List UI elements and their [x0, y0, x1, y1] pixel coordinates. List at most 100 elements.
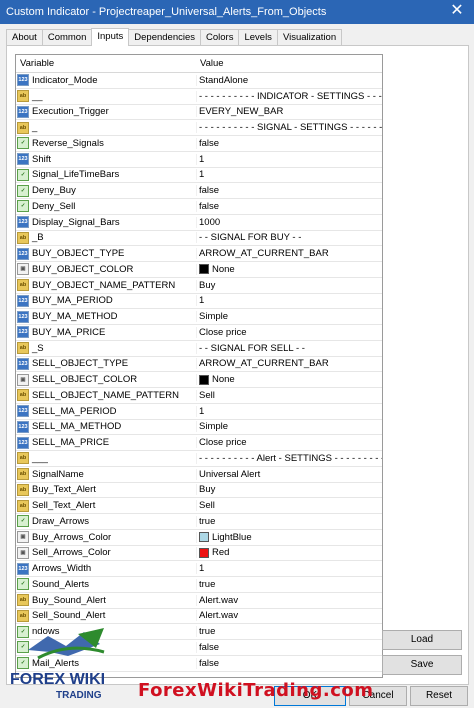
- tab-colors[interactable]: Colors: [200, 29, 240, 46]
- table-row[interactable]: ab Sell_Text_Alert Sell: [16, 498, 382, 514]
- variable-cell[interactable]: 123 SELL_MA_PRICE: [16, 436, 196, 449]
- table-row[interactable]: 123 BUY_MA_PRICE Close price: [16, 325, 382, 341]
- variable-cell[interactable]: 123 SELL_OBJECT_TYPE: [16, 357, 196, 370]
- value-cell[interactable]: false: [196, 137, 382, 149]
- value-cell[interactable]: Alert.wav: [196, 610, 382, 622]
- value-cell[interactable]: true: [196, 515, 382, 527]
- value-cell[interactable]: 1: [196, 563, 382, 575]
- variable-cell[interactable]: ab ___: [16, 452, 196, 465]
- value-cell[interactable]: StandAlone: [196, 74, 382, 86]
- value-cell[interactable]: 1: [196, 295, 382, 307]
- table-row[interactable]: ▣ BUY_OBJECT_COLOR None: [16, 262, 382, 278]
- variable-cell[interactable]: ab SELL_OBJECT_NAME_PATTERN: [16, 389, 196, 402]
- table-row[interactable]: ab _ - - - - - - - - - - SIGNAL - SETTINGS…: [16, 120, 382, 136]
- table-row[interactable]: 123 SELL_OBJECT_TYPE ARROW_AT_CURRENT_BAR: [16, 357, 382, 373]
- variable-cell[interactable]: ✓ Draw_Arrows: [16, 515, 196, 528]
- value-cell[interactable]: - - - - - - - - - - Alert - SETTINGS - -…: [196, 452, 382, 464]
- variable-cell[interactable]: ab Buy_Sound_Alert: [16, 594, 196, 607]
- value-cell[interactable]: EVERY_NEW_BAR: [196, 106, 382, 118]
- table-row[interactable]: ✓ Sound_Alerts true: [16, 577, 382, 593]
- value-cell[interactable]: Alert.wav: [196, 594, 382, 606]
- table-row[interactable]: 123 Indicator_Mode StandAlone: [16, 73, 382, 89]
- value-cell[interactable]: 1: [196, 169, 382, 181]
- variable-cell[interactable]: 123 Shift: [16, 153, 196, 166]
- value-cell[interactable]: Sell: [196, 500, 382, 512]
- table-row[interactable]: 123 Display_Signal_Bars 1000: [16, 215, 382, 231]
- tab-common[interactable]: Common: [41, 29, 93, 46]
- value-cell[interactable]: - - - - - - - - - - INDICATOR - SETTINGS…: [196, 90, 382, 102]
- value-cell[interactable]: true: [196, 578, 382, 590]
- value-cell[interactable]: LightBlue: [196, 531, 382, 543]
- table-row[interactable]: ✓ Deny_Buy false: [16, 183, 382, 199]
- save-button[interactable]: Save: [382, 655, 462, 675]
- variable-cell[interactable]: ab __: [16, 90, 196, 103]
- value-cell[interactable]: ARROW_AT_CURRENT_BAR: [196, 358, 382, 370]
- table-row[interactable]: ✓ Reverse_Signals false: [16, 136, 382, 152]
- value-cell[interactable]: - - SIGNAL FOR BUY - -: [196, 232, 382, 244]
- table-row[interactable]: 123 BUY_OBJECT_TYPE ARROW_AT_CURRENT_BAR: [16, 246, 382, 262]
- value-cell[interactable]: false: [196, 185, 382, 197]
- table-row[interactable]: 123 Execution_Trigger EVERY_NEW_BAR: [16, 105, 382, 121]
- value-cell[interactable]: 1000: [196, 216, 382, 228]
- value-cell[interactable]: Close price: [196, 437, 382, 449]
- value-cell[interactable]: Red: [196, 547, 382, 559]
- reset-button[interactable]: Reset: [410, 686, 468, 706]
- table-row[interactable]: 123 Shift 1: [16, 152, 382, 168]
- value-cell[interactable]: Simple: [196, 421, 382, 433]
- table-row[interactable]: 123 SELL_MA_METHOD Simple: [16, 420, 382, 436]
- table-row[interactable]: ab Buy_Sound_Alert Alert.wav: [16, 593, 382, 609]
- value-cell[interactable]: None: [196, 263, 382, 275]
- table-row[interactable]: 123 SELL_MA_PERIOD 1: [16, 404, 382, 420]
- tab-about[interactable]: About: [6, 29, 43, 46]
- value-cell[interactable]: false: [196, 200, 382, 212]
- table-row[interactable]: 123 Arrows_Width 1: [16, 561, 382, 577]
- value-cell[interactable]: Simple: [196, 311, 382, 323]
- column-header-variable[interactable]: Variable: [16, 55, 196, 72]
- variable-cell[interactable]: 123 BUY_OBJECT_TYPE: [16, 247, 196, 260]
- variable-cell[interactable]: ▣ SELL_OBJECT_COLOR: [16, 373, 196, 386]
- tab-inputs[interactable]: Inputs: [91, 28, 130, 46]
- variable-cell[interactable]: ab Sell_Sound_Alert: [16, 609, 196, 622]
- variable-cell[interactable]: ab BUY_OBJECT_NAME_PATTERN: [16, 279, 196, 292]
- variable-cell[interactable]: 123 Arrows_Width: [16, 562, 196, 575]
- tab-visualization[interactable]: Visualization: [276, 29, 343, 46]
- value-cell[interactable]: Sell: [196, 389, 382, 401]
- table-row[interactable]: ✓ Deny_Sell false: [16, 199, 382, 215]
- variable-cell[interactable]: 123 Execution_Trigger: [16, 105, 196, 118]
- value-cell[interactable]: - - SIGNAL FOR SELL - -: [196, 342, 382, 354]
- close-icon[interactable]: ✕: [440, 0, 474, 24]
- variable-cell[interactable]: 123 BUY_MA_PRICE: [16, 326, 196, 339]
- table-row[interactable]: ab ___ - - - - - - - - - - Alert - SETTING…: [16, 451, 382, 467]
- variable-cell[interactable]: ab _S: [16, 342, 196, 355]
- table-row[interactable]: ab Buy_Text_Alert Buy: [16, 483, 382, 499]
- variable-cell[interactable]: ab Sell_Text_Alert: [16, 499, 196, 512]
- variable-cell[interactable]: 123 Display_Signal_Bars: [16, 216, 196, 229]
- variable-cell[interactable]: 123 SELL_MA_METHOD: [16, 420, 196, 433]
- variable-cell[interactable]: ✓ Signal_LifeTimeBars: [16, 168, 196, 181]
- variable-cell[interactable]: ✓ Deny_Buy: [16, 184, 196, 197]
- variable-cell[interactable]: ✓ Reverse_Signals: [16, 137, 196, 150]
- variable-cell[interactable]: ▣ BUY_OBJECT_COLOR: [16, 263, 196, 276]
- table-row[interactable]: ✓ Signal_LifeTimeBars 1: [16, 168, 382, 184]
- load-button[interactable]: Load: [382, 630, 462, 650]
- value-cell[interactable]: Buy: [196, 279, 382, 291]
- variable-cell[interactable]: ▣ Sell_Arrows_Color: [16, 546, 196, 559]
- table-row[interactable]: ab _B - - SIGNAL FOR BUY - -: [16, 231, 382, 247]
- table-row[interactable]: ab _S - - SIGNAL FOR SELL - -: [16, 341, 382, 357]
- value-cell[interactable]: Close price: [196, 326, 382, 338]
- value-cell[interactable]: ARROW_AT_CURRENT_BAR: [196, 248, 382, 260]
- value-cell[interactable]: 1: [196, 405, 382, 417]
- variable-cell[interactable]: ab SignalName: [16, 468, 196, 481]
- value-cell[interactable]: Buy: [196, 484, 382, 496]
- variable-cell[interactable]: 123 BUY_MA_METHOD: [16, 310, 196, 323]
- value-cell[interactable]: false: [196, 641, 382, 653]
- value-cell[interactable]: false: [196, 657, 382, 669]
- table-row[interactable]: 123 BUY_MA_METHOD Simple: [16, 309, 382, 325]
- value-cell[interactable]: 1: [196, 153, 382, 165]
- table-row[interactable]: ▣ SELL_OBJECT_COLOR None: [16, 372, 382, 388]
- table-row[interactable]: ab SELL_OBJECT_NAME_PATTERN Sell: [16, 388, 382, 404]
- tab-dependencies[interactable]: Dependencies: [128, 29, 202, 46]
- value-cell[interactable]: None: [196, 374, 382, 386]
- table-row[interactable]: ab __ - - - - - - - - - - INDICATOR - SETT…: [16, 89, 382, 105]
- table-row[interactable]: ▣ Buy_Arrows_Color LightBlue: [16, 530, 382, 546]
